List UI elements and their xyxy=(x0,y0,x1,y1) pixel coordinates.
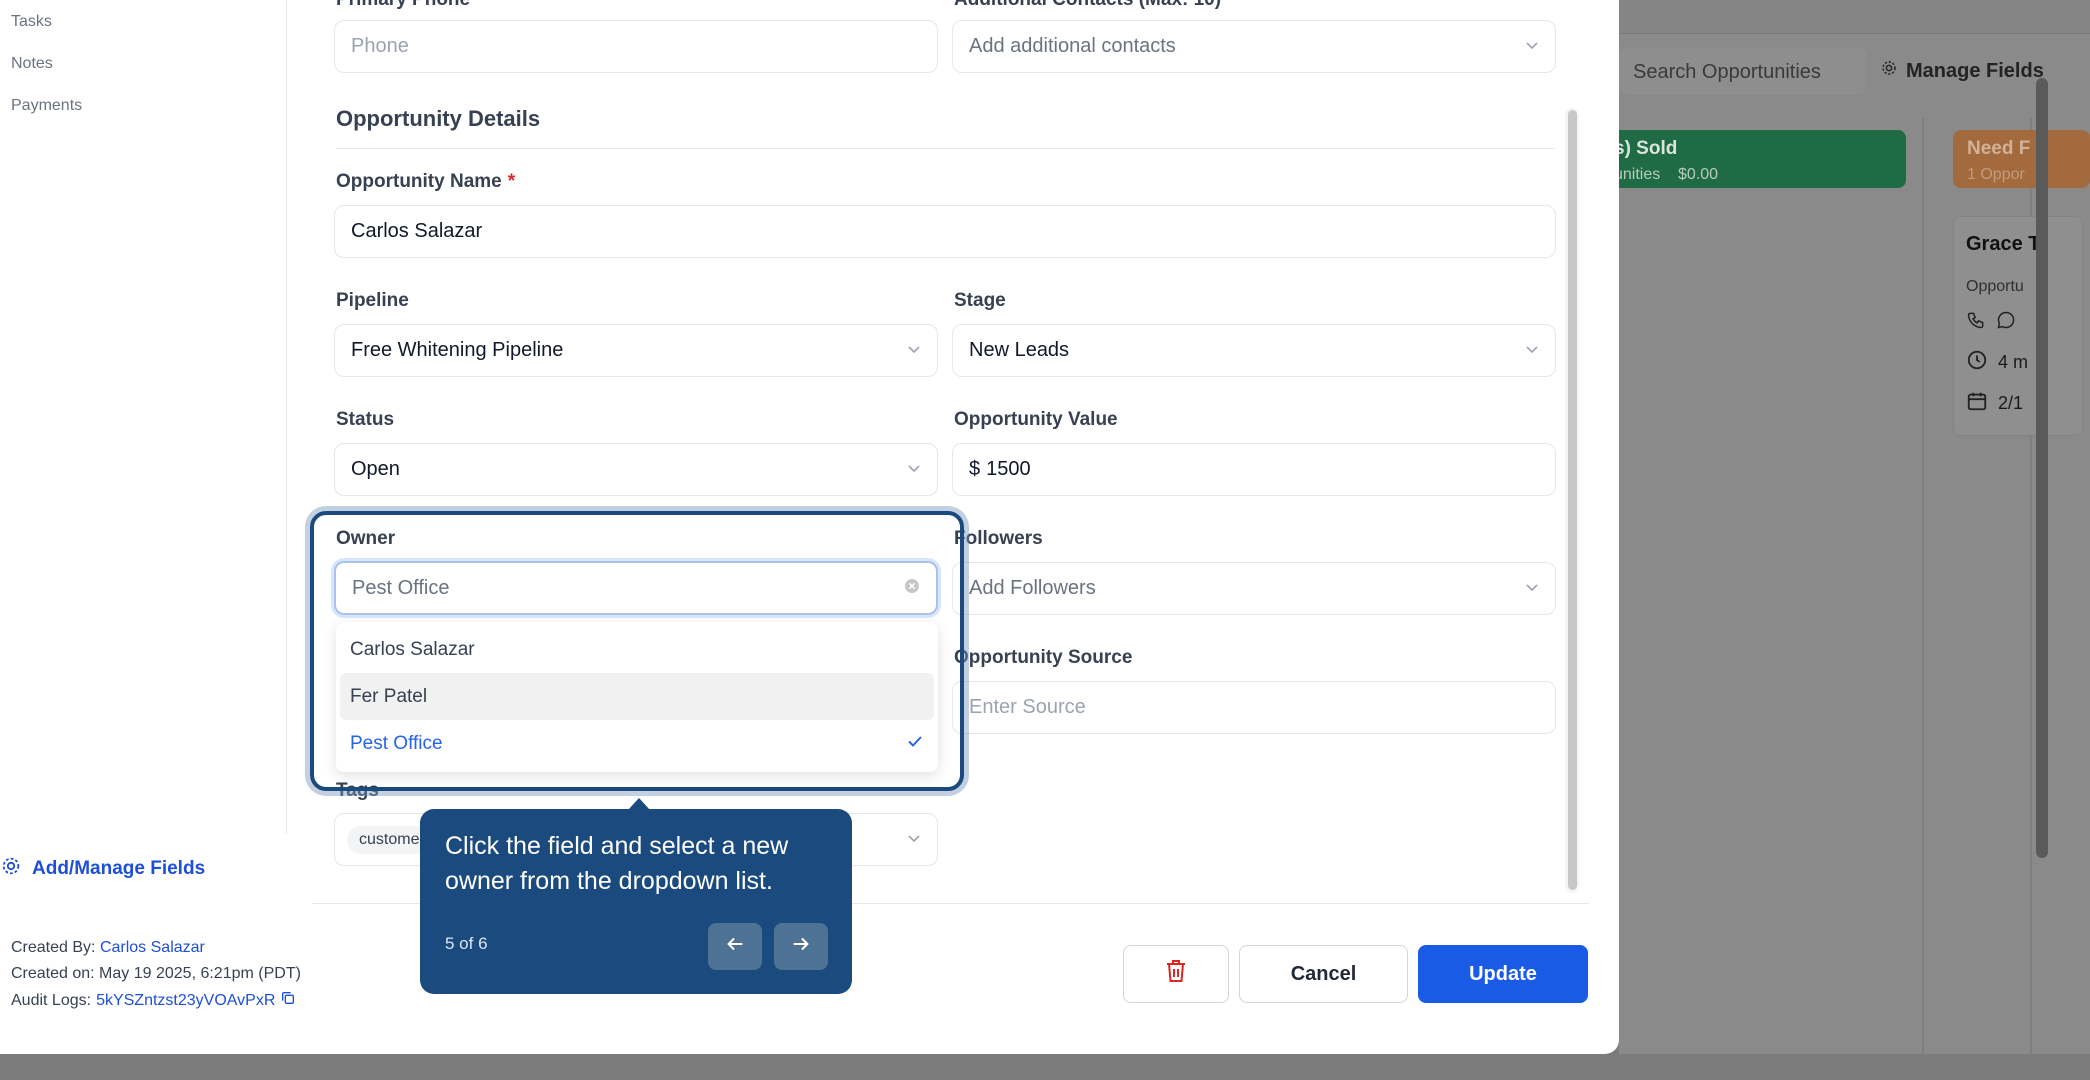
owner-dropdown: Carlos Salazar Fer Patel Pest Office xyxy=(336,622,938,772)
stage-header-need: Need F 1 Oppor xyxy=(1953,130,2090,188)
trash-icon xyxy=(1164,958,1188,990)
add-manage-fields-link[interactable]: Add/Manage Fields xyxy=(0,855,205,883)
pipeline-select[interactable]: Free Whitening Pipeline xyxy=(334,324,938,377)
tooltip-prev-button[interactable] xyxy=(708,923,762,970)
primary-phone-label: Primary Phone xyxy=(336,0,470,11)
card-name: Grace T xyxy=(1966,233,2041,255)
stage-title: s) Sold xyxy=(1614,138,1678,159)
audit-logs: Audit Logs: 5kYSZntzst23yVOAvPxR xyxy=(11,990,296,1011)
owner-label: Owner xyxy=(336,528,396,549)
tour-tooltip: Click the field and select a new owner f… xyxy=(420,809,852,994)
phone-icon[interactable] xyxy=(1966,310,1986,335)
stage-summary: unities $0.00 xyxy=(1614,166,1719,183)
created-by: Created By: Carlos Salazar xyxy=(11,939,205,956)
check-icon xyxy=(906,732,924,756)
chevron-down-icon xyxy=(1525,339,1539,362)
search-opportunities-input[interactable]: Search Opportunities xyxy=(1618,48,1866,94)
update-button[interactable]: Update xyxy=(1418,945,1588,1003)
section-divider xyxy=(336,148,1555,149)
owner-select[interactable]: Pest Office xyxy=(334,561,938,615)
arrow-right-icon xyxy=(790,933,812,960)
opportunity-name-label: Opportunity Name * xyxy=(336,171,516,192)
followers-select[interactable]: Add Followers xyxy=(952,562,1556,615)
status-select[interactable]: Open xyxy=(334,443,938,496)
card-label: Opportu xyxy=(1966,278,2024,295)
board-scrollbar[interactable] xyxy=(2036,78,2048,858)
copy-icon[interactable] xyxy=(280,990,296,1011)
owner-option-selected[interactable]: Pest Office xyxy=(340,720,934,767)
add-manage-fields-label: Add/Manage Fields xyxy=(32,858,206,879)
stage-title: Need F xyxy=(1967,138,2031,159)
currency-symbol: $ xyxy=(969,458,981,480)
stage-select[interactable]: New Leads xyxy=(952,324,1556,377)
opportunity-value-label: Opportunity Value xyxy=(954,409,1118,430)
tooltip-next-button[interactable] xyxy=(774,923,828,970)
owner-option[interactable]: Fer Patel xyxy=(340,673,934,720)
calendar-icon xyxy=(1966,390,1988,417)
audit-logs-link[interactable]: 5kYSZntzst23yVOAvPxR xyxy=(96,992,275,1010)
arrow-left-icon xyxy=(724,933,746,960)
pipeline-label: Pipeline xyxy=(336,290,409,311)
required-mark: * xyxy=(507,171,516,192)
created-on: Created on: May 19 2025, 6:21pm (PDT) xyxy=(11,965,301,982)
manage-fields-button[interactable]: Manage Fields xyxy=(1880,48,2090,94)
opportunity-source-label: Opportunity Source xyxy=(954,647,1133,668)
section-title: Opportunity Details xyxy=(336,106,541,131)
opportunity-value-input[interactable]: $ 1500 xyxy=(952,443,1556,496)
card-actions xyxy=(1966,310,2070,335)
additional-contacts-label: Additional Contacts (Max: 10) xyxy=(954,0,1221,11)
chevron-down-icon xyxy=(1525,577,1539,600)
clock-icon xyxy=(1966,349,1988,376)
tooltip-step: 5 of 6 xyxy=(445,934,488,953)
column-divider xyxy=(1922,118,1924,1054)
card-date: 2/1 xyxy=(1966,390,2070,417)
chevron-down-icon xyxy=(907,828,921,851)
stage-summary: 1 Oppor xyxy=(1967,166,2025,183)
gear-icon xyxy=(0,855,22,883)
form-scrollbar-thumb[interactable] xyxy=(1568,110,1577,890)
opportunity-card[interactable]: Grace T Opportu 4 m 2/1 xyxy=(1953,216,2083,436)
clear-icon[interactable] xyxy=(904,577,920,600)
chevron-down-icon xyxy=(907,458,921,481)
tag-chip[interactable]: custome xyxy=(347,825,432,854)
delete-button[interactable] xyxy=(1123,945,1229,1003)
followers-label: Followers xyxy=(954,528,1043,549)
stage-label: Stage xyxy=(954,290,1006,311)
sidebar-item-tasks[interactable]: Tasks xyxy=(11,13,52,31)
chevron-down-icon xyxy=(1525,35,1539,58)
edit-opportunity-modal: Tasks Notes Payments Add/Manage Fields C… xyxy=(0,0,1619,1054)
cancel-button[interactable]: Cancel xyxy=(1239,945,1408,1003)
sidebar-divider xyxy=(286,0,287,834)
tooltip-text: Click the field and select a new owner f… xyxy=(445,832,789,895)
sidebar-item-payments[interactable]: Payments xyxy=(11,97,82,115)
manage-fields-label: Manage Fields xyxy=(1906,59,2044,82)
chevron-down-icon xyxy=(907,339,921,362)
gear-icon xyxy=(1880,59,1898,83)
owner-option[interactable]: Carlos Salazar xyxy=(340,626,934,673)
status-label: Status xyxy=(336,409,395,430)
card-time: 4 m xyxy=(1966,349,2070,376)
primary-phone-input[interactable]: Phone xyxy=(334,20,938,73)
chat-icon[interactable] xyxy=(1996,310,2016,335)
sidebar-item-notes[interactable]: Notes xyxy=(11,55,53,73)
created-by-link[interactable]: Carlos Salazar xyxy=(100,939,205,956)
stage-header-sold: s) Sold unities $0.00 xyxy=(1600,130,1906,188)
opportunity-source-input[interactable]: Enter Source xyxy=(952,681,1556,734)
additional-contacts-select[interactable]: Add additional contacts xyxy=(952,20,1556,73)
board-topbar xyxy=(1619,0,2090,34)
opportunity-name-input[interactable]: Carlos Salazar xyxy=(334,205,1556,258)
